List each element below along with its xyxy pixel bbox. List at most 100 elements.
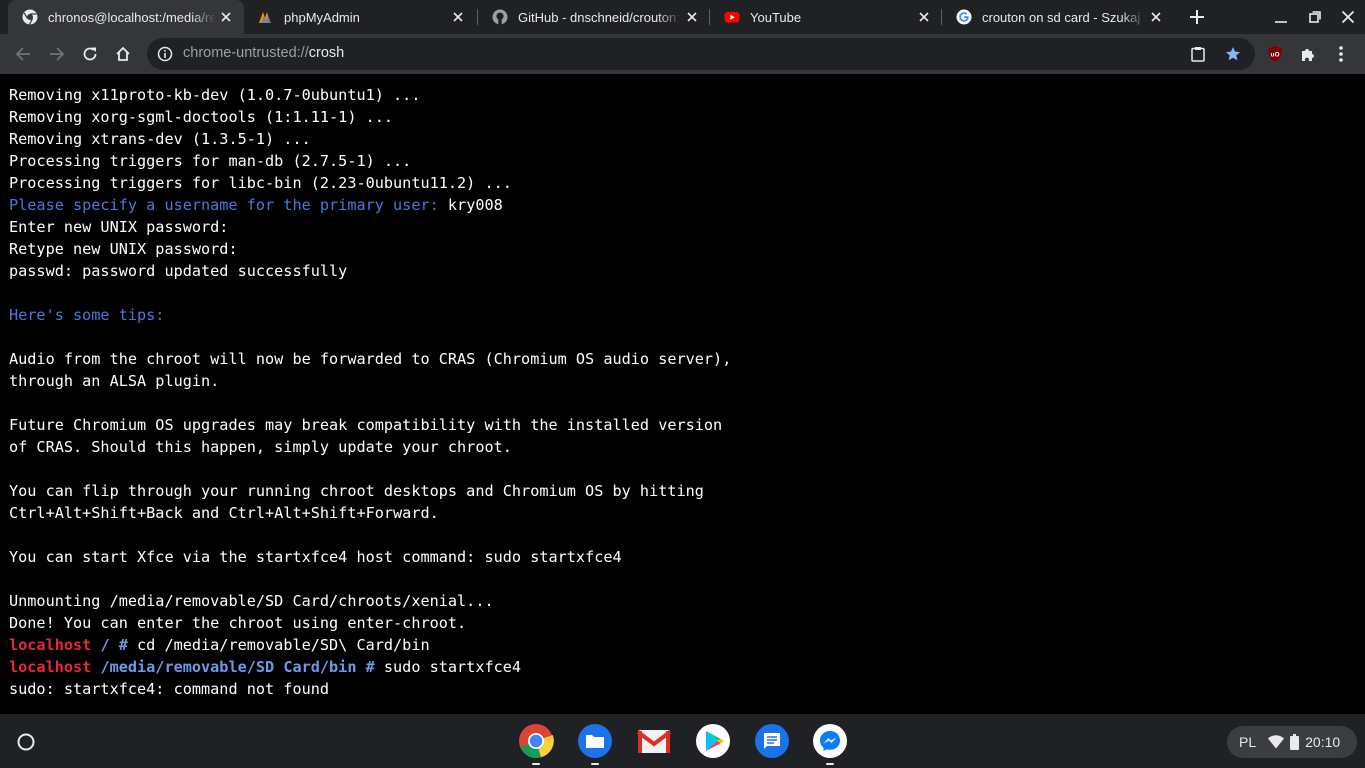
terminal-text: Please specify a username for the primar…: [9, 196, 448, 214]
chrome-icon: [22, 9, 38, 25]
terminal-line: Audio from the chroot will now be forwar…: [9, 348, 1365, 370]
terminal-line: Retype new UNIX password:: [9, 238, 1365, 260]
address-bar[interactable]: chrome-untrusted://crosh: [147, 38, 1255, 70]
terminal-line: of CRAS. Should this happen, simply upda…: [9, 436, 1365, 458]
url-host: crosh: [308, 45, 345, 61]
messenger-icon: [813, 724, 847, 758]
google-icon: [956, 9, 972, 25]
terminal-line: localhost /media/removable/SD Card/bin #…: [9, 656, 1365, 678]
home-icon[interactable]: [111, 42, 135, 66]
svg-text:uO: uO: [1270, 52, 1279, 59]
tab-title: GitHub - dnschneid/crouton: Chromium OS …: [518, 9, 682, 25]
terminal-text: Unmounting /media/removable/SD Card/chro…: [9, 592, 494, 610]
tab-youtube[interactable]: YouTube: [710, 0, 942, 34]
forward-arrow-icon[interactable]: [45, 42, 69, 66]
github-icon: [492, 9, 508, 25]
terminal-line: Removing x11proto-kb-dev (1.0.7-0ubuntu1…: [9, 84, 1365, 106]
new-tab-plus-icon[interactable]: [1186, 6, 1208, 28]
chrome-icon: [519, 724, 554, 758]
bookmark-star-icon[interactable]: [1221, 42, 1245, 66]
url-scheme: chrome-untrusted://: [183, 45, 309, 61]
terminal-text: Done! You can enter the chroot using ent…: [9, 614, 467, 632]
running-indicator: [532, 763, 540, 765]
terminal-text: of CRAS. Should this happen, simply upda…: [9, 438, 512, 456]
terminal-line: through an ALSA plugin.: [9, 370, 1365, 392]
prompt-host: localhost: [9, 658, 92, 676]
battery-icon: [1290, 734, 1300, 750]
terminal-output[interactable]: Removing x11proto-kb-dev (1.0.7-0ubuntu1…: [0, 74, 1365, 714]
terminal-text: sudo startxfce4: [374, 658, 522, 676]
shelf-app-messenger[interactable]: [812, 723, 848, 765]
back-arrow-icon[interactable]: [11, 42, 35, 66]
terminal-text: Processing triggers for man-db (2.7.5-1)…: [9, 152, 412, 170]
prompt-path: /media/removable/SD Card/bin #: [91, 658, 375, 676]
terminal-line: sudo: startxfce4: command not found: [9, 678, 1365, 700]
running-indicator: [591, 763, 599, 765]
shelf-app-chrome[interactable]: [518, 723, 554, 765]
terminal-text: cd /media/removable/SD\ Card/bin: [127, 636, 430, 654]
running-indicator: [826, 763, 834, 765]
terminal-text: Removing xtrans-dev (1.3.5-1) ...: [9, 130, 311, 148]
terminal-line: Done! You can enter the chroot using ent…: [9, 612, 1365, 634]
tab-close-icon[interactable]: [216, 7, 236, 27]
close-window-icon[interactable]: [1338, 7, 1358, 27]
youtube-icon: [724, 12, 740, 23]
terminal-text: You can start Xfce via the startxfce4 ho…: [9, 548, 622, 566]
info-icon[interactable]: [157, 46, 173, 62]
terminal-text: Removing xorg-sgml-doctools (1:1.11-1) .…: [9, 108, 394, 126]
messages-icon: [755, 724, 789, 758]
terminal-line: Ctrl+Alt+Shift+Back and Ctrl+Alt+Shift+F…: [9, 502, 1365, 524]
phpmyadmin-icon: [259, 12, 271, 23]
terminal-line: Here's some tips:: [9, 304, 1365, 326]
minimize-icon[interactable]: [1271, 7, 1291, 27]
clipboard-icon[interactable]: [1186, 42, 1210, 66]
tab-github-crouton[interactable]: GitHub - dnschneid/crouton: Chromium OS …: [478, 0, 710, 34]
tab-close-icon[interactable]: [914, 7, 934, 27]
reload-icon[interactable]: [78, 42, 102, 66]
shelf-app-gmail[interactable]: [636, 723, 672, 759]
launcher-circle-icon[interactable]: [10, 726, 42, 758]
tab-title: crouton on sd card - Szukaj w Google: [982, 9, 1146, 25]
tab-title: chronos@localhost:/media/removable/SD Ca…: [48, 9, 216, 25]
tab-crosh-terminal[interactable]: chronos@localhost:/media/removable/SD Ca…: [8, 0, 244, 34]
play-store-icon: [696, 724, 730, 758]
tab-close-icon[interactable]: [448, 7, 468, 27]
tab-close-icon[interactable]: [682, 7, 702, 27]
status-tray[interactable]: PL 20:10: [1227, 726, 1357, 758]
menu-dots-icon[interactable]: [1329, 42, 1353, 66]
gmail-icon: [636, 730, 672, 753]
browser-toolbar: chrome-untrusted://crosh uO: [0, 34, 1365, 74]
terminal-line: Processing triggers for man-db (2.7.5-1)…: [9, 150, 1365, 172]
restore-icon[interactable]: [1305, 7, 1325, 27]
terminal-text: Enter new UNIX password:: [9, 218, 229, 236]
terminal-text: You can flip through your running chroot…: [9, 482, 704, 500]
address-url: chrome-untrusted://crosh: [183, 45, 344, 61]
terminal-text: Here's some tips:: [9, 306, 165, 324]
terminal-text: Future Chromium OS upgrades may break co…: [9, 416, 723, 434]
tab-close-icon[interactable]: [1146, 7, 1166, 27]
tab-title: phpMyAdmin: [284, 9, 360, 25]
prompt-host: localhost: [9, 636, 92, 654]
terminal-line: You can flip through your running chroot…: [9, 480, 1365, 502]
terminal-text: Retype new UNIX password:: [9, 240, 238, 258]
tab-phpmyadmin[interactable]: phpMyAdmin: [244, 0, 476, 34]
prompt-path: / #: [91, 636, 128, 654]
extensions-puzzle-icon[interactable]: [1296, 42, 1320, 66]
terminal-text: Ctrl+Alt+Shift+Back and Ctrl+Alt+Shift+F…: [9, 504, 439, 522]
shelf-app-messages[interactable]: [754, 723, 790, 759]
terminal-text: sudo: startxfce4: command not found: [9, 680, 330, 698]
tab-strip: chronos@localhost:/media/removable/SD Ca…: [0, 0, 1365, 34]
terminal-line: passwd: password updated successfully: [9, 260, 1365, 282]
tab-google-search[interactable]: crouton on sd card - Szukaj w Google: [942, 0, 1174, 34]
shelf-app-play-store[interactable]: [695, 723, 731, 759]
terminal-line: localhost / # cd /media/removable/SD\ Ca…: [9, 634, 1365, 656]
terminal-text: passwd: password updated successfully: [9, 262, 348, 280]
ublock-origin-icon[interactable]: uO: [1263, 42, 1287, 66]
input-method-indicator: PL: [1239, 734, 1257, 750]
shelf-app-files[interactable]: [577, 723, 613, 765]
